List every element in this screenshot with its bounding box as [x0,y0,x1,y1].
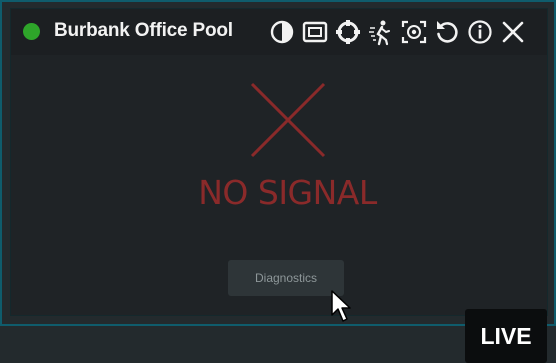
info-icon[interactable] [467,18,493,46]
diagnostics-button[interactable]: Diagnostics [228,260,344,296]
camera-title: Burbank Office Pool [54,20,233,41]
close-icon[interactable] [500,18,526,46]
video-area: NO SIGNAL Diagnostics LIVE [11,55,547,363]
live-badge[interactable]: LIVE [465,309,547,363]
ptz-crosshair-icon[interactable] [335,18,361,46]
camera-panel: Burbank Office Pool NO SIGNAL Diagnostic… [10,8,548,363]
no-signal-message: NO SIGNAL [198,173,377,212]
refresh-icon[interactable] [434,18,460,46]
mouse-pointer-icon [330,289,354,330]
no-signal-x-icon [248,80,328,165]
snapshot-focus-icon[interactable] [401,18,427,46]
motion-detection-icon[interactable] [368,18,394,46]
picture-in-picture-icon[interactable] [302,18,328,46]
status-indicator [23,23,40,40]
camera-tile: Burbank Office Pool NO SIGNAL Diagnostic… [0,0,556,363]
camera-header: Burbank Office Pool [11,9,547,55]
contrast-icon[interactable] [269,18,295,46]
